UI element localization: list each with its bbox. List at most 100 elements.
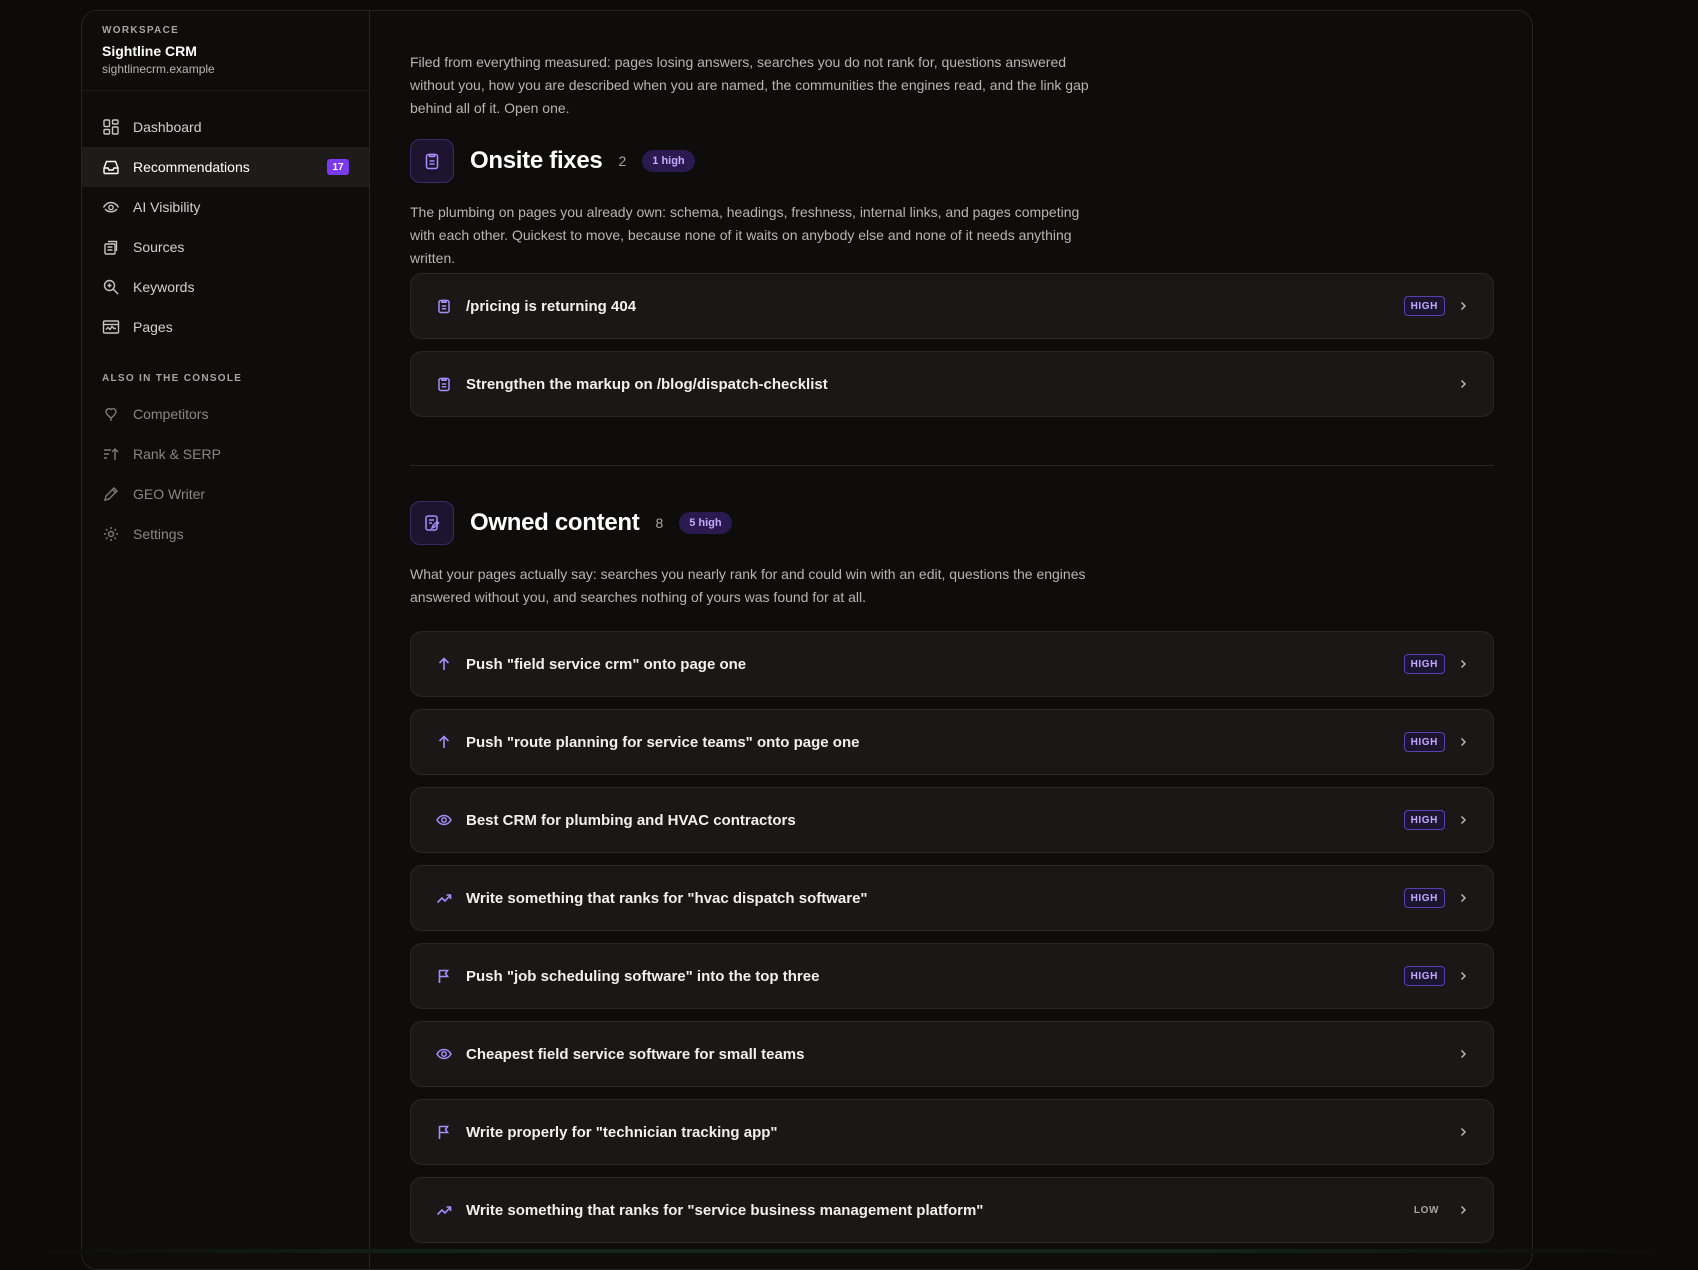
- gear-icon: [102, 525, 120, 543]
- sidebar-item-keywords[interactable]: Keywords: [82, 267, 369, 307]
- arrow-up-icon: [436, 656, 452, 672]
- chevron-right-icon: [1457, 1204, 1469, 1216]
- section-title: Owned content: [470, 509, 639, 537]
- rank-icon: [102, 445, 120, 463]
- recommendation-card[interactable]: Write something that ranks for "service …: [410, 1177, 1494, 1243]
- workspace-domain: sightlinecrm.example: [102, 62, 349, 76]
- primary-nav: Dashboard Recommendations 17 AI Visibili…: [82, 91, 369, 554]
- section-description: The plumbing on pages you already own: s…: [410, 201, 1100, 270]
- section-header-onsite-fixes: Onsite fixes 2 1 high: [410, 139, 695, 183]
- sidebar-item-label: Settings: [133, 526, 184, 542]
- high-count-pill: 5 high: [679, 512, 731, 534]
- priority-badge: HIGH: [1404, 888, 1445, 908]
- card-title: Strengthen the markup on /blog/dispatch-…: [466, 376, 1457, 393]
- section-count: 8: [655, 515, 663, 531]
- chevron-right-icon: [1457, 814, 1469, 826]
- card-title: Push "field service crm" onto page one: [466, 656, 1404, 673]
- card-title: Write something that ranks for "service …: [466, 1202, 1408, 1219]
- flag-icon: [436, 968, 452, 984]
- recommendation-card[interactable]: Push "field service crm" onto page one H…: [410, 631, 1494, 697]
- sidebar-item-label: Pages: [133, 319, 173, 335]
- sidebar-item-pages[interactable]: Pages: [82, 307, 369, 347]
- recommendation-card[interactable]: /pricing is returning 404 HIGH: [410, 273, 1494, 339]
- sidebar-item-competitors[interactable]: Competitors: [82, 394, 369, 434]
- priority-badge: HIGH: [1404, 966, 1445, 986]
- sidebar-item-ai-visibility[interactable]: AI Visibility: [82, 187, 369, 227]
- recommendation-card[interactable]: Strengthen the markup on /blog/dispatch-…: [410, 351, 1494, 417]
- pen-icon: [102, 485, 120, 503]
- sidebar-item-recommendations[interactable]: Recommendations 17: [82, 147, 369, 187]
- card-title: Write something that ranks for "hvac dis…: [466, 890, 1404, 907]
- recommendation-card[interactable]: Push "route planning for service teams" …: [410, 709, 1494, 775]
- sidebar-item-label: Dashboard: [133, 119, 202, 135]
- card-title: Best CRM for plumbing and HVAC contracto…: [466, 812, 1404, 829]
- section-header-owned-content: Owned content 8 5 high: [410, 501, 732, 545]
- eye-icon: [436, 812, 452, 828]
- recommendation-card[interactable]: Push "job scheduling software" into the …: [410, 943, 1494, 1009]
- clipboard-icon: [436, 298, 452, 314]
- section-count: 2: [618, 153, 626, 169]
- trend-up-icon: [436, 1202, 452, 1218]
- competitors-icon: [102, 405, 120, 423]
- sidebar: WORKSPACE Sightline CRM sightlinecrm.exa…: [82, 11, 370, 1269]
- document-edit-icon: [410, 501, 454, 545]
- priority-badge: LOW: [1408, 1200, 1445, 1220]
- card-title: /pricing is returning 404: [466, 298, 1404, 315]
- chevron-right-icon: [1457, 736, 1469, 748]
- nav-section-label: ALSO IN THE CONSOLE: [82, 347, 369, 394]
- recommendation-card[interactable]: Write properly for "technician tracking …: [410, 1099, 1494, 1165]
- chevron-right-icon: [1457, 892, 1469, 904]
- search-icon: [102, 278, 120, 296]
- sidebar-item-label: Keywords: [133, 279, 194, 295]
- chevron-right-icon: [1457, 378, 1469, 390]
- sidebar-item-geo-writer[interactable]: GEO Writer: [82, 474, 369, 514]
- sidebar-item-dashboard[interactable]: Dashboard: [82, 107, 369, 147]
- section-description: What your pages actually say: searches y…: [410, 563, 1100, 609]
- inbox-icon: [102, 158, 120, 176]
- sidebar-item-sources[interactable]: Sources: [82, 227, 369, 267]
- sidebar-item-rank-serp[interactable]: Rank & SERP: [82, 434, 369, 474]
- app-window: WORKSPACE Sightline CRM sightlinecrm.exa…: [81, 10, 1533, 1270]
- workspace-switcher[interactable]: WORKSPACE Sightline CRM sightlinecrm.exa…: [82, 11, 369, 91]
- sidebar-item-label: Competitors: [133, 406, 208, 422]
- card-title: Cheapest field service software for smal…: [466, 1046, 1457, 1063]
- high-count-pill: 1 high: [642, 150, 694, 172]
- sidebar-item-settings[interactable]: Settings: [82, 514, 369, 554]
- section-divider: [410, 465, 1494, 466]
- flag-icon: [436, 1124, 452, 1140]
- bottom-edge: [0, 1249, 1698, 1253]
- arrow-up-icon: [436, 734, 452, 750]
- chevron-right-icon: [1457, 1126, 1469, 1138]
- recommendation-card[interactable]: Write something that ranks for "hvac dis…: [410, 865, 1494, 931]
- recommendation-card[interactable]: Best CRM for plumbing and HVAC contracto…: [410, 787, 1494, 853]
- priority-badge: HIGH: [1404, 732, 1445, 752]
- chevron-right-icon: [1457, 300, 1469, 312]
- sidebar-item-label: AI Visibility: [133, 199, 200, 215]
- sidebar-item-label: Rank & SERP: [133, 446, 221, 462]
- eye-icon: [436, 1046, 452, 1062]
- pages-icon: [102, 318, 120, 336]
- trend-up-icon: [436, 890, 452, 906]
- card-title: Write properly for "technician tracking …: [466, 1124, 1457, 1141]
- sources-icon: [102, 238, 120, 256]
- section-title: Onsite fixes: [470, 147, 602, 175]
- eye-icon: [102, 198, 120, 216]
- intro-text: Filed from everything measured: pages lo…: [410, 51, 1090, 120]
- clipboard-icon: [436, 376, 452, 392]
- workspace-name: Sightline CRM: [102, 43, 349, 59]
- sidebar-item-label: Sources: [133, 239, 184, 255]
- sidebar-item-label: Recommendations: [133, 159, 250, 175]
- card-title: Push "job scheduling software" into the …: [466, 968, 1404, 985]
- chevron-right-icon: [1457, 970, 1469, 982]
- card-title: Push "route planning for service teams" …: [466, 734, 1404, 751]
- chevron-right-icon: [1457, 1048, 1469, 1060]
- chevron-right-icon: [1457, 658, 1469, 670]
- count-badge: 17: [327, 159, 349, 175]
- priority-badge: HIGH: [1404, 296, 1445, 316]
- clipboard-icon: [410, 139, 454, 183]
- priority-badge: HIGH: [1404, 654, 1445, 674]
- recommendation-card[interactable]: Cheapest field service software for smal…: [410, 1021, 1494, 1087]
- sidebar-item-label: GEO Writer: [133, 486, 205, 502]
- workspace-eyebrow: WORKSPACE: [102, 25, 349, 36]
- priority-badge: HIGH: [1404, 810, 1445, 830]
